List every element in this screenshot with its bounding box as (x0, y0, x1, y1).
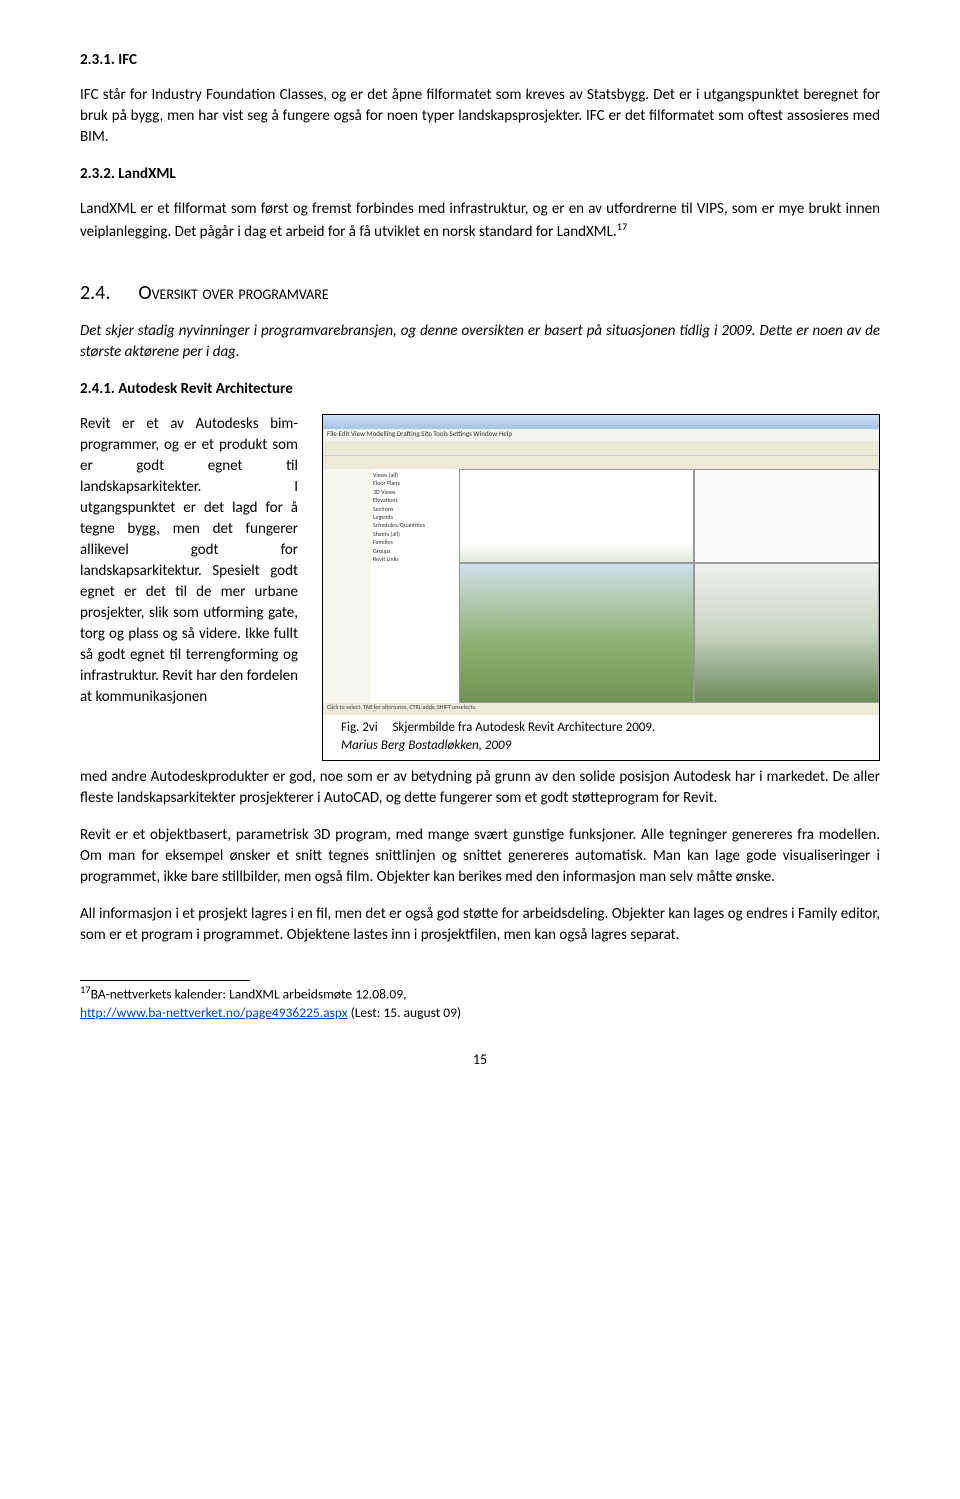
revit-toolbar-2 (323, 455, 879, 470)
footnote-tail: (Lest: 15. august 09) (348, 1004, 461, 1021)
footnote-link[interactable]: http://www.ba-nettverket.no/page4936225.… (80, 1004, 348, 1021)
revit-pane-detail (694, 563, 879, 703)
revit-pane-plan (694, 469, 879, 563)
footnote-separator (80, 980, 250, 981)
para-landxml-text: LandXML er et filformat som først og fre… (80, 200, 880, 241)
figure-caption: Fig. 2vi Skjermbilde fra Autodesk Revit … (323, 715, 879, 760)
tree-item: Floor Plans (373, 479, 461, 487)
tree-item: Revit Links (373, 555, 461, 563)
page-number: 15 (80, 1050, 880, 1070)
revit-p3: All informasjon i et prosjekt lagres i e… (80, 904, 880, 946)
tree-item: Sheets (all) (373, 530, 461, 538)
revit-pane-3d (459, 563, 694, 703)
para-landxml: LandXML er et filformat som først og fre… (80, 199, 880, 243)
figure-revit-screenshot: File Edit View Modelling Drafting Site T… (323, 415, 879, 715)
revit-titlebar (323, 415, 879, 429)
figure-source: Marius Berg Bostadløkken, 2009 (341, 737, 861, 755)
revit-project-browser: Views (all) Floor Plans 3D Views Elevati… (371, 469, 464, 703)
footnote-17: 17BA-nettverkets kalender: LandXML arbei… (80, 983, 880, 1022)
heading-ifc: 2.3.1. IFC (80, 50, 880, 71)
figure-label: Fig. 2vi (341, 720, 378, 735)
tree-item: 3D Views (373, 488, 461, 496)
heading-24-title: Oversikt over programvare (138, 281, 328, 305)
tree-item: Families (373, 538, 461, 546)
tree-item: Sections (373, 505, 461, 513)
revit-after-text: med andre Autodeskprodukter er god, noe … (80, 767, 880, 809)
heading-landxml: 2.3.2. LandXML (80, 164, 880, 185)
footnote-ref-17: 17 (617, 220, 628, 233)
heading-revit: 2.4.1. Autodesk Revit Architecture (80, 379, 880, 400)
footnote-text: BA-nettverkets kalender: LandXML arbeids… (91, 986, 407, 1003)
footnote-number: 17 (80, 983, 91, 996)
tree-item: Groups (373, 547, 461, 555)
para-ifc: IFC står for Industry Foundation Classes… (80, 85, 880, 148)
revit-sidebar (323, 469, 372, 703)
tree-item: Schedules/Quantities (373, 521, 461, 529)
figure-caption-text: Skjermbilde fra Autodesk Revit Architect… (392, 720, 655, 735)
tree-item: Views (all) (373, 471, 461, 479)
revit-p2: Revit er et objektbasert, parametrisk 3D… (80, 825, 880, 888)
tree-item: Elevations (373, 496, 461, 504)
revit-toolbar-1 (323, 441, 879, 455)
figure-revit: File Edit View Modelling Drafting Site T… (322, 414, 880, 761)
revit-viewport (459, 469, 879, 703)
revit-column-text: Revit er et av Autodesks bim-programmer,… (80, 414, 310, 708)
heading-24: 2.4. Oversikt over programvare (80, 279, 880, 307)
intro-24: Det skjer stadig nyvinninger i programva… (80, 321, 880, 363)
revit-statusbar: Click to select, TAB for alternates, CTR… (323, 703, 879, 715)
heading-24-number: 2.4. (80, 281, 110, 305)
revit-menubar: File Edit View Modelling Drafting Site T… (323, 429, 879, 441)
tree-item: Legends (373, 513, 461, 521)
revit-pane-section (459, 469, 694, 563)
